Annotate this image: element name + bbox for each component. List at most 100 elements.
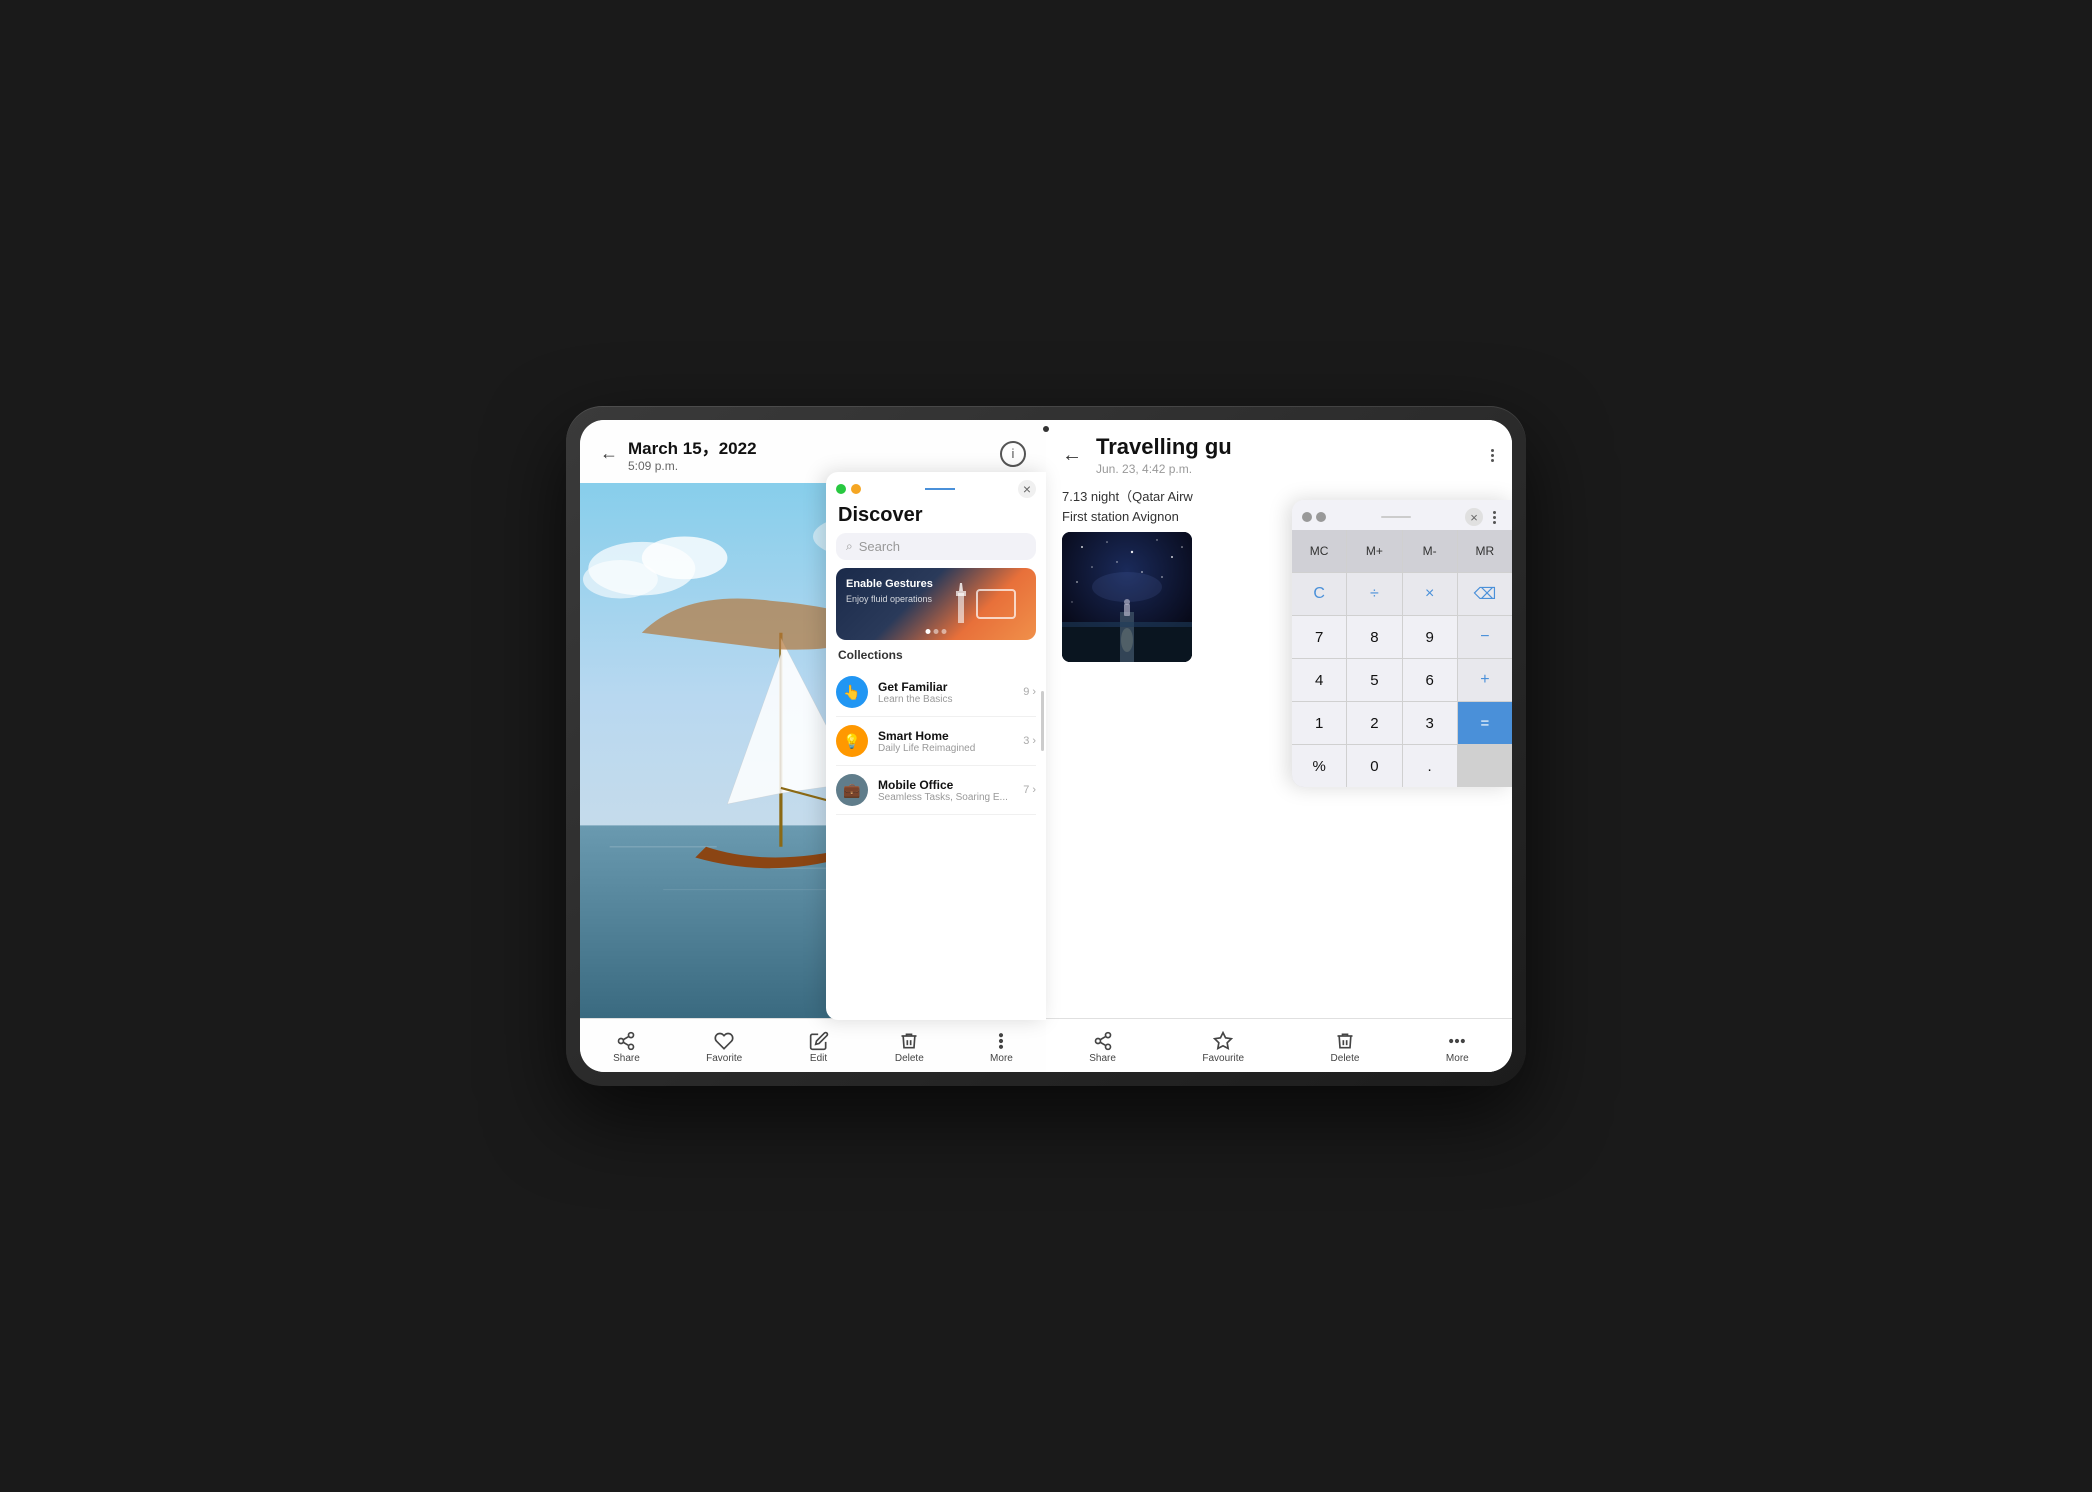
- scroll-indicator: [1041, 691, 1044, 751]
- calc-4-button[interactable]: 4: [1292, 659, 1346, 701]
- info-button[interactable]: i: [1000, 441, 1026, 467]
- right-share-button[interactable]: Share: [1077, 1027, 1128, 1068]
- calc-divide-button[interactable]: ÷: [1347, 573, 1401, 615]
- right-share-label: Share: [1089, 1053, 1116, 1064]
- calc-decimal-button[interactable]: .: [1403, 745, 1457, 787]
- right-favourite-label: Favourite: [1202, 1053, 1244, 1064]
- back-button[interactable]: ←: [600, 443, 618, 464]
- left-bottom-bar: Share Favorite Edit: [580, 1018, 1046, 1072]
- lighthouse-icon: [946, 583, 976, 633]
- collections-list: 👆 Get Familiar Learn the Basics 9 ›: [826, 668, 1046, 1020]
- calc-minus-button[interactable]: −: [1458, 616, 1512, 658]
- notes-back-button[interactable]: ←: [1062, 444, 1082, 467]
- collection-arrow-mobile-office: ›: [1032, 784, 1036, 796]
- notes-more-button[interactable]: [1489, 447, 1496, 464]
- discover-banner[interactable]: Enable Gestures Enjoy fluid operations: [836, 568, 1036, 640]
- banner-title: Enable Gestures: [846, 578, 933, 590]
- calc-mr-button[interactable]: MR: [1458, 530, 1512, 572]
- right-panel: ← Travelling gu Jun. 23, 4:42 p.m.: [1046, 420, 1512, 1072]
- header-left-group: ← March 15，2022 5:09 p.m.: [600, 434, 757, 473]
- smart-home-icon: 💡: [843, 733, 860, 750]
- calc-control-1[interactable]: [1302, 512, 1312, 522]
- collection-text-mobile-office: Mobile Office Seamless Tasks, Soaring E.…: [878, 778, 1013, 803]
- get-familiar-icon: 👆: [843, 684, 860, 701]
- banner-rect-icon: [976, 589, 1016, 619]
- calc-more-dot-1: [1493, 511, 1496, 514]
- calc-0-button[interactable]: 0: [1347, 745, 1401, 787]
- calc-2-button[interactable]: 2: [1347, 702, 1401, 744]
- banner-dot-2: [934, 629, 939, 634]
- collection-icon-mobile-office: 💼: [836, 774, 868, 806]
- calc-mplus-button[interactable]: M+: [1347, 530, 1401, 572]
- date-block: March 15，2022 5:09 p.m.: [628, 434, 757, 473]
- close-button[interactable]: ×: [1018, 480, 1036, 498]
- calc-drag-handle: [1381, 516, 1411, 518]
- calc-mminus-button[interactable]: M-: [1403, 530, 1457, 572]
- calc-3-button[interactable]: 3: [1403, 702, 1457, 744]
- calc-8-button[interactable]: 8: [1347, 616, 1401, 658]
- collection-count-mobile-office: 7: [1023, 784, 1029, 796]
- notes-image: [1062, 532, 1192, 662]
- info-icon: i: [1012, 446, 1015, 461]
- expand-button[interactable]: [836, 484, 846, 494]
- calculator-grid: MC M+ M- MR C ÷ × ⌫ 7 8 9 −: [1292, 530, 1512, 787]
- right-more-button[interactable]: More: [1434, 1027, 1481, 1068]
- calc-1-button[interactable]: 1: [1292, 702, 1346, 744]
- edit-icon: [809, 1031, 829, 1051]
- left-favorite-button[interactable]: Favorite: [694, 1027, 754, 1068]
- left-share-button[interactable]: Share: [601, 1027, 652, 1068]
- calc-more-button[interactable]: [1487, 509, 1502, 526]
- minimize-button[interactable]: [851, 484, 861, 494]
- right-star-icon: [1213, 1031, 1233, 1051]
- banner-subtitle: Enjoy fluid operations: [846, 594, 932, 604]
- right-delete-button[interactable]: Delete: [1319, 1027, 1372, 1068]
- calc-7-button[interactable]: 7: [1292, 616, 1346, 658]
- calc-multiply-button[interactable]: ×: [1403, 573, 1457, 615]
- discover-panel: × Discover ⌕ Search Enable Gestures Enjo…: [826, 472, 1046, 1020]
- calc-more-dot-2: [1493, 516, 1496, 519]
- left-edit-button[interactable]: Edit: [797, 1027, 841, 1068]
- collections-title: Collections: [826, 648, 1046, 668]
- calc-equals-button[interactable]: =: [1458, 702, 1512, 744]
- collection-sub-get-familiar: Learn the Basics: [878, 694, 1013, 705]
- collection-item-get-familiar[interactable]: 👆 Get Familiar Learn the Basics 9 ›: [836, 668, 1036, 717]
- calc-5-button[interactable]: 5: [1347, 659, 1401, 701]
- calc-percent-button[interactable]: %: [1292, 745, 1346, 787]
- right-favourite-button[interactable]: Favourite: [1190, 1027, 1256, 1068]
- trash-icon: [899, 1031, 919, 1051]
- calc-9-button[interactable]: 9: [1403, 616, 1457, 658]
- collection-arrow-smart-home: ›: [1032, 735, 1036, 747]
- night-sky-image: [1062, 532, 1192, 662]
- calc-6-button[interactable]: 6: [1403, 659, 1457, 701]
- collection-icon-get-familiar: 👆: [836, 676, 868, 708]
- collection-item-mobile-office[interactable]: 💼 Mobile Office Seamless Tasks, Soaring …: [836, 766, 1036, 815]
- share-icon: [616, 1031, 636, 1051]
- left-share-label: Share: [613, 1053, 640, 1064]
- discover-search-bar[interactable]: ⌕ Search: [836, 533, 1036, 560]
- collection-name-get-familiar: Get Familiar: [878, 680, 1013, 694]
- more-dot-3: [1491, 459, 1494, 462]
- collection-item-smart-home[interactable]: 💡 Smart Home Daily Life Reimagined 3 ›: [836, 717, 1036, 766]
- calculator-overlay: × MC M+ M- MR: [1292, 500, 1512, 787]
- more-icon: [991, 1031, 1011, 1051]
- calc-more-dot-3: [1493, 521, 1496, 524]
- left-more-button[interactable]: More: [978, 1027, 1025, 1068]
- notes-header-info: Travelling gu Jun. 23, 4:42 p.m.: [1090, 434, 1481, 476]
- calc-control-2[interactable]: [1316, 512, 1326, 522]
- calc-clear-button[interactable]: C: [1292, 573, 1346, 615]
- tablet-device: ← March 15，2022 5:09 p.m. i: [566, 406, 1526, 1086]
- left-delete-button[interactable]: Delete: [883, 1027, 936, 1068]
- right-more-icon: [1447, 1031, 1467, 1051]
- calc-close-button[interactable]: ×: [1465, 508, 1483, 526]
- more-dot-2: [1491, 454, 1494, 457]
- calc-backspace-button[interactable]: ⌫: [1458, 573, 1512, 615]
- collection-sub-smart-home: Daily Life Reimagined: [878, 743, 1013, 754]
- calc-mc-button[interactable]: MC: [1292, 530, 1346, 572]
- banner-dot-3: [942, 629, 947, 634]
- tab-indicator: [925, 488, 955, 490]
- discover-titlebar: ×: [826, 472, 1046, 498]
- right-more-label: More: [1446, 1053, 1469, 1064]
- mobile-office-icon: 💼: [843, 782, 860, 799]
- calc-plus-button[interactable]: +: [1458, 659, 1512, 701]
- notes-date: Jun. 23, 4:42 p.m.: [1096, 462, 1481, 476]
